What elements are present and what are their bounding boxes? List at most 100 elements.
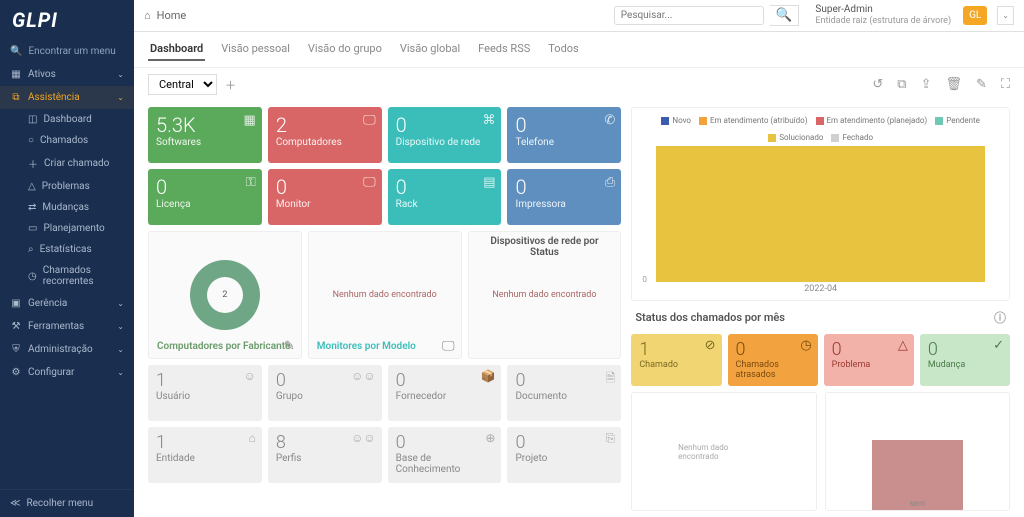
tab-rss[interactable]: Feeds RSS [476,38,532,61]
edit-icon[interactable]: ✎ [976,77,987,92]
nav-sub-dashboard[interactable]: ◫Dashboard [0,109,134,130]
dashboard-content: 5.3KSoftwares▦ 2Computadores🖵 0Dispositi… [134,101,1024,517]
share-icon[interactable]: ⇪ [921,77,932,92]
legend-planejado: Em atendimento (planejado) [816,116,928,125]
legend-solucionado: Solucionado [768,133,823,142]
nav-label: Administração [28,344,93,355]
tile-entidade[interactable]: 1Entidade⌂ [148,427,262,483]
left-column: 5.3KSoftwares▦ 2Computadores🖵 0Dispositi… [148,107,621,511]
tab-pessoal[interactable]: Visão pessoal [219,38,292,61]
card-title: Monitores por Modelo [317,341,416,352]
tile-label: Chamados atrasados [736,360,810,380]
tile-atrasados[interactable]: 0Chamados atrasados ◷ [728,334,818,386]
tile-base[interactable]: 0Base de Conhecimento ⊕ [388,427,502,483]
card-title: Computadores por Fabricante [157,341,290,352]
add-dashboard-button[interactable]: ＋ [225,77,236,93]
tile-problema[interactable]: 0Problema△ [824,334,914,386]
tile-value: 1 [639,339,713,360]
tile-computadores[interactable]: 2Computadores🖵 [268,107,382,163]
tile-licenca[interactable]: 0Licença⚿ [148,169,262,225]
chevron-down-icon: ⌄ [117,345,124,354]
subcard-empty[interactable]: Nenhum dado encontrado [631,392,816,511]
trash-icon[interactable]: 🗑 [945,77,962,92]
tile-rede[interactable]: 0Dispositivo de rede⌘ [388,107,502,163]
card-fabricante[interactable]: 2 Computadores por Fabricante ✎ [148,231,302,359]
copy-icon[interactable]: ⧉ [897,77,906,92]
nav-gerencia[interactable]: ▣Gerência⌄ [0,292,134,315]
search-button[interactable]: 🔍 [770,5,800,26]
nav-label: Gerência [28,298,67,309]
status-section-title: Status dos chamados por mês ⓘ [631,307,1010,328]
nav-administracao[interactable]: ⛨ Administração ⌄ [0,338,134,361]
tile-projeto[interactable]: 0Projeto⎘ [507,427,621,483]
shield-icon: ⛨ [10,344,22,355]
tab-grupo[interactable]: Visão do grupo [306,38,384,61]
nav-ativos[interactable]: ▦Ativos⌄ [0,63,134,86]
printer-icon: ⎙ [605,175,615,190]
tile-usuario[interactable]: 1Usuário☺ [148,365,262,421]
card-modelo[interactable]: Nenhum dado encontrado Monitores por Mod… [308,231,462,359]
tile-value: 0 [515,113,613,137]
tile-label: Grupo [276,391,374,402]
clock-icon: ◷ [800,338,811,353]
tile-rack[interactable]: 0Rack▤ [388,169,502,225]
tile-label: Telefone [515,137,613,148]
subcard-sem[interactable]: sem [825,392,1010,511]
search-input[interactable] [614,6,764,25]
nav-sub-planejamento[interactable]: ▭Planejamento [0,218,134,239]
tile-label: Base de Conhecimento [396,453,494,475]
tile-value: 0 [515,175,613,199]
nav-sub-label: Chamados recorrentes [43,265,124,287]
nav-assistencia[interactable]: ⧉Assistência⌄ [0,86,134,109]
tile-mudanca[interactable]: 0Mudança✓ [920,334,1010,386]
tile-documento[interactable]: 0Documento🗎 [507,365,621,421]
tab-dashboard[interactable]: Dashboard [148,38,205,61]
nav-sub-estatisticas[interactable]: ⌕Estatísticas [0,239,134,260]
tabbar: Dashboard Visão pessoal Visão do grupo V… [134,32,1024,68]
tile-chamado[interactable]: 1Chamado⊘ [631,334,721,386]
tile-fornecedor[interactable]: 0Fornecedor📦 [388,365,502,421]
tile-grupo[interactable]: 0Grupo☺☺ [268,365,382,421]
user-menu-button[interactable]: ⌄ [997,6,1014,25]
card-status-rede[interactable]: Dispositivos de rede por Status Nenhum d… [468,231,622,359]
breadcrumb-home[interactable]: Home [157,9,187,22]
sidebar-search[interactable]: 🔍 Encontrar um menu [0,40,134,63]
tab-global[interactable]: Visão global [398,38,462,61]
nav-label: Configurar [28,367,74,378]
tile-telefone[interactable]: 0Telefone ✆ [507,107,621,163]
nav-sub-problemas[interactable]: △Problemas [0,176,134,197]
profile-button[interactable]: GL [963,6,987,25]
monitor-icon: 🖵 [363,175,376,190]
fullscreen-icon[interactable]: ⛶ [1001,77,1010,92]
info-icon[interactable]: ⓘ [994,309,1006,326]
tile-value: 0 [396,432,494,453]
check-icon: ✓ [993,338,1004,353]
tile-softwares[interactable]: 5.3KSoftwares▦ [148,107,262,163]
nav-configurar[interactable]: ⚙Configurar⌄ [0,361,134,384]
tile-value: 0 [156,175,254,199]
edit-icon[interactable]: ✎ [284,339,295,354]
tile-perfis[interactable]: 8Perfis☺☺ [268,427,382,483]
tile-monitor[interactable]: 0Monitor🖵 [268,169,382,225]
phone-icon: ✆ [604,113,615,128]
nav-sub-chamados[interactable]: ○Chamados [0,130,134,151]
profiles-icon: ☺☺ [351,431,376,445]
nav-ferramentas[interactable]: ⚒Ferramentas⌄ [0,315,134,338]
lifebuoy-icon: ⊕ [485,431,495,445]
nav-sub-recorrentes[interactable]: ◷Chamados recorrentes [0,260,134,292]
user-block[interactable]: Super-Admin Entidade raiz (estrutura de … [815,4,951,27]
stats-icon: ⌕ [28,244,34,255]
nav-sub-mudancas[interactable]: ⇄Mudanças [0,197,134,218]
tile-label: Computadores [276,137,374,148]
tile-value: 0 [276,175,374,199]
history-icon[interactable]: ↺ [872,77,883,92]
tab-todos[interactable]: Todos [546,38,580,61]
tile-impressora[interactable]: 0Impressora⎙ [507,169,621,225]
home-icon[interactable]: ⌂ [144,9,151,22]
tile-value: 0 [736,339,810,360]
nav-sub-criar[interactable]: ＋Criar chamado [0,151,134,176]
nav-sub-label: Planejamento [43,223,104,234]
nav-sub-label: Mudanças [42,202,89,213]
dashboard-selector[interactable]: Central [148,74,217,95]
sidebar-collapse[interactable]: ≪Recolher menu [0,489,134,517]
